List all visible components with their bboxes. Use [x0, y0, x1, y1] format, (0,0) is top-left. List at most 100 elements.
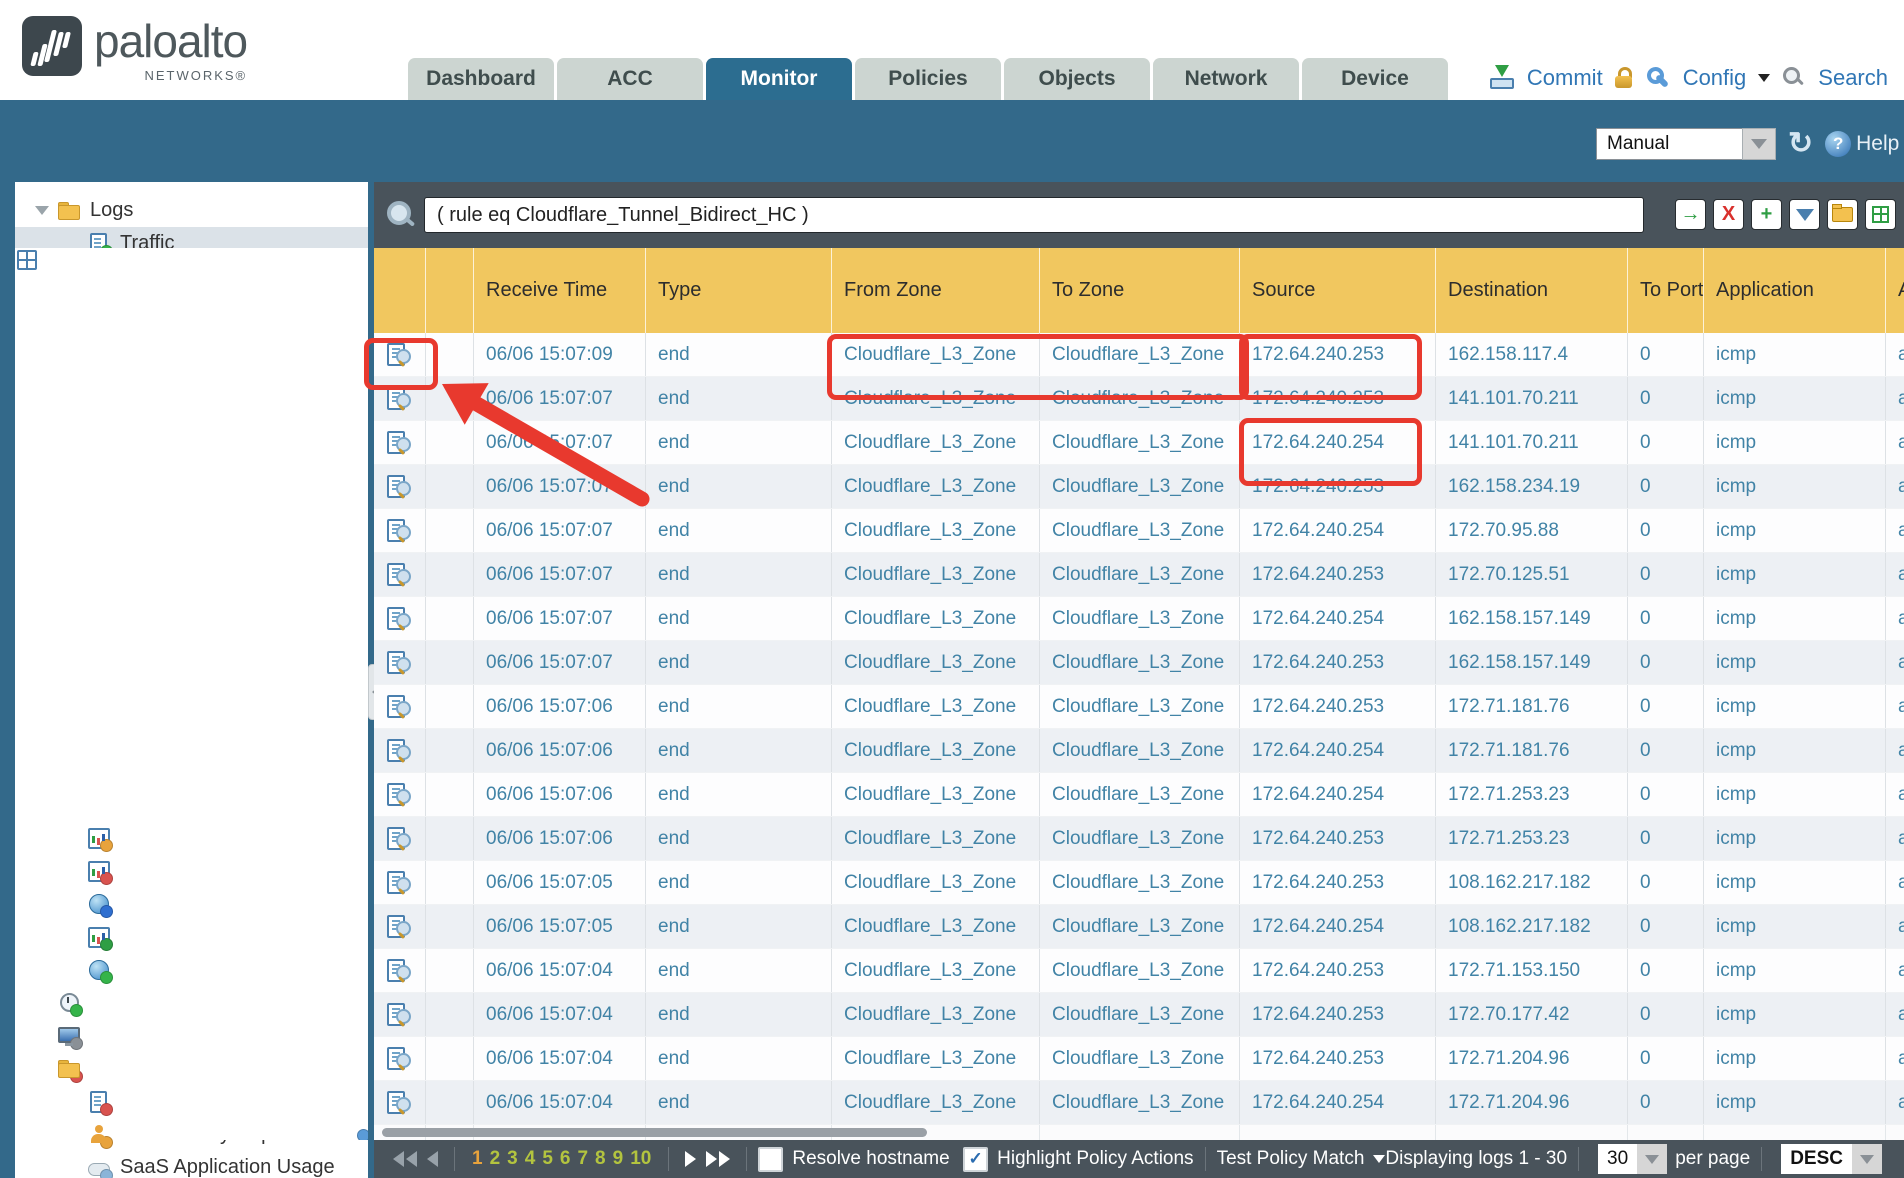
- log-filter-input[interactable]: [424, 197, 1644, 233]
- search-icon[interactable]: [1782, 66, 1806, 90]
- column-header-source[interactable]: Source: [1240, 248, 1436, 333]
- column-header-application[interactable]: Application: [1704, 248, 1886, 333]
- page-number-8[interactable]: 8: [595, 1148, 606, 1170]
- cell-application[interactable]: icmp: [1704, 1037, 1886, 1080]
- log-detail-icon[interactable]: [386, 430, 414, 456]
- cell-receive-time[interactable]: 06/06 15:07:09: [474, 333, 646, 376]
- column-header-blank[interactable]: [426, 248, 474, 333]
- cell-from-zone[interactable]: Cloudflare_L3_Zone: [832, 993, 1040, 1036]
- per-page-caret[interactable]: [1637, 1144, 1667, 1174]
- first-page-button[interactable]: [393, 1151, 417, 1167]
- cell-type[interactable]: end: [646, 553, 832, 596]
- cell-to-zone[interactable]: Cloudflare_L3_Zone: [1040, 993, 1240, 1036]
- cell-from-zone[interactable]: Cloudflare_L3_Zone: [832, 729, 1040, 772]
- cell-receive-time[interactable]: 06/06 15:07:04: [474, 993, 646, 1036]
- commit-button[interactable]: Commit: [1527, 65, 1603, 91]
- cell-destination[interactable]: 172.71.204.96: [1436, 1081, 1628, 1124]
- cell-application[interactable]: icmp: [1704, 905, 1886, 948]
- cell-to-port[interactable]: 0: [1628, 1081, 1704, 1124]
- cell-action[interactable]: a: [1886, 1037, 1904, 1080]
- cell-from-zone[interactable]: Cloudflare_L3_Zone: [832, 377, 1040, 420]
- column-header-detail[interactable]: [374, 248, 426, 333]
- cell-to-port[interactable]: 0: [1628, 905, 1704, 948]
- cell-source[interactable]: 172.64.240.253: [1240, 465, 1436, 508]
- log-detail-icon[interactable]: [386, 386, 414, 412]
- cell-application[interactable]: icmp: [1704, 641, 1886, 684]
- cell-application[interactable]: icmp: [1704, 509, 1886, 552]
- cell-destination[interactable]: 172.70.177.42: [1436, 993, 1628, 1036]
- cell-source[interactable]: 172.64.240.254: [1240, 1081, 1436, 1124]
- refresh-icon[interactable]: ↻: [1788, 129, 1813, 159]
- cell-type[interactable]: end: [646, 993, 832, 1036]
- h-scrollbar-thumb[interactable]: [382, 1128, 927, 1137]
- log-detail-icon[interactable]: [386, 1002, 414, 1028]
- cell-to-port[interactable]: 0: [1628, 949, 1704, 992]
- cell-from-zone[interactable]: Cloudflare_L3_Zone: [832, 861, 1040, 904]
- cell-action[interactable]: a: [1886, 509, 1904, 552]
- log-detail-icon[interactable]: [386, 1046, 414, 1072]
- prev-page-button[interactable]: [427, 1151, 438, 1167]
- cell-from-zone[interactable]: Cloudflare_L3_Zone: [832, 553, 1040, 596]
- cell-source[interactable]: 172.64.240.254: [1240, 597, 1436, 640]
- cell-source[interactable]: 172.64.240.254: [1240, 729, 1436, 772]
- cell-source[interactable]: 172.64.240.254: [1240, 773, 1436, 816]
- lock-icon[interactable]: [1615, 66, 1633, 90]
- help-icon[interactable]: ?: [1825, 131, 1851, 157]
- cell-receive-time[interactable]: 06/06 15:07:05: [474, 861, 646, 904]
- cell-action[interactable]: a: [1886, 1081, 1904, 1124]
- cell-receive-time[interactable]: 06/06 15:07:04: [474, 949, 646, 992]
- cell-to-zone[interactable]: Cloudflare_L3_Zone: [1040, 333, 1240, 376]
- log-detail-icon[interactable]: [386, 606, 414, 632]
- cell-application[interactable]: icmp: [1704, 333, 1886, 376]
- cell-destination[interactable]: 172.71.204.96: [1436, 1037, 1628, 1080]
- cell-source[interactable]: 172.64.240.253: [1240, 817, 1436, 860]
- cell-receive-time[interactable]: 06/06 15:07:04: [474, 1037, 646, 1080]
- log-detail-icon[interactable]: [386, 958, 414, 984]
- refresh-interval-caret[interactable]: [1742, 128, 1776, 160]
- log-detail-icon[interactable]: [386, 342, 414, 368]
- cell-receive-time[interactable]: 06/06 15:07:07: [474, 465, 646, 508]
- cell-type[interactable]: end: [646, 729, 832, 772]
- cell-application[interactable]: icmp: [1704, 1081, 1886, 1124]
- cell-to-zone[interactable]: Cloudflare_L3_Zone: [1040, 553, 1240, 596]
- cell-action[interactable]: a: [1886, 905, 1904, 948]
- sort-order-caret[interactable]: [1852, 1144, 1882, 1174]
- search-button[interactable]: Search: [1818, 65, 1888, 91]
- cell-type[interactable]: end: [646, 905, 832, 948]
- cell-action[interactable]: a: [1886, 377, 1904, 420]
- cell-source[interactable]: 172.64.240.254: [1240, 509, 1436, 552]
- next-page-button[interactable]: [685, 1151, 696, 1167]
- cell-receive-time[interactable]: 06/06 15:07:07: [474, 597, 646, 640]
- page-number-5[interactable]: 5: [542, 1148, 553, 1170]
- cell-type[interactable]: end: [646, 773, 832, 816]
- column-header-to-zone[interactable]: To Zone: [1040, 248, 1240, 333]
- page-number-10[interactable]: 10: [630, 1148, 651, 1170]
- column-header-receive-time[interactable]: Receive Time: [474, 248, 646, 333]
- cell-source[interactable]: 172.64.240.253: [1240, 949, 1436, 992]
- cell-type[interactable]: end: [646, 421, 832, 464]
- cell-from-zone[interactable]: Cloudflare_L3_Zone: [832, 509, 1040, 552]
- save-filter-icon[interactable]: [1789, 199, 1820, 230]
- log-detail-icon[interactable]: [386, 518, 414, 544]
- page-number-3[interactable]: 3: [507, 1148, 518, 1170]
- cell-from-zone[interactable]: Cloudflare_L3_Zone: [832, 685, 1040, 728]
- column-header-type[interactable]: Type: [646, 248, 832, 333]
- cell-action[interactable]: a: [1886, 597, 1904, 640]
- tab-network[interactable]: Network: [1153, 58, 1299, 100]
- cell-from-zone[interactable]: Cloudflare_L3_Zone: [832, 421, 1040, 464]
- cell-to-port[interactable]: 0: [1628, 1037, 1704, 1080]
- log-detail-icon[interactable]: [386, 826, 414, 852]
- cell-destination[interactable]: 172.71.181.76: [1436, 685, 1628, 728]
- cell-action[interactable]: a: [1886, 421, 1904, 464]
- sidebar-item-logs[interactable]: Logs: [15, 194, 368, 227]
- log-detail-icon[interactable]: [386, 650, 414, 676]
- log-detail-icon[interactable]: [386, 914, 414, 940]
- tab-device[interactable]: Device: [1302, 58, 1448, 100]
- add-filter-icon[interactable]: +: [1751, 199, 1782, 230]
- log-detail-icon[interactable]: [386, 738, 414, 764]
- cell-destination[interactable]: 108.162.217.182: [1436, 905, 1628, 948]
- cell-receive-time[interactable]: 06/06 15:07:07: [474, 377, 646, 420]
- cell-to-port[interactable]: 0: [1628, 773, 1704, 816]
- cell-to-zone[interactable]: Cloudflare_L3_Zone: [1040, 1037, 1240, 1080]
- cell-destination[interactable]: 172.70.125.51: [1436, 553, 1628, 596]
